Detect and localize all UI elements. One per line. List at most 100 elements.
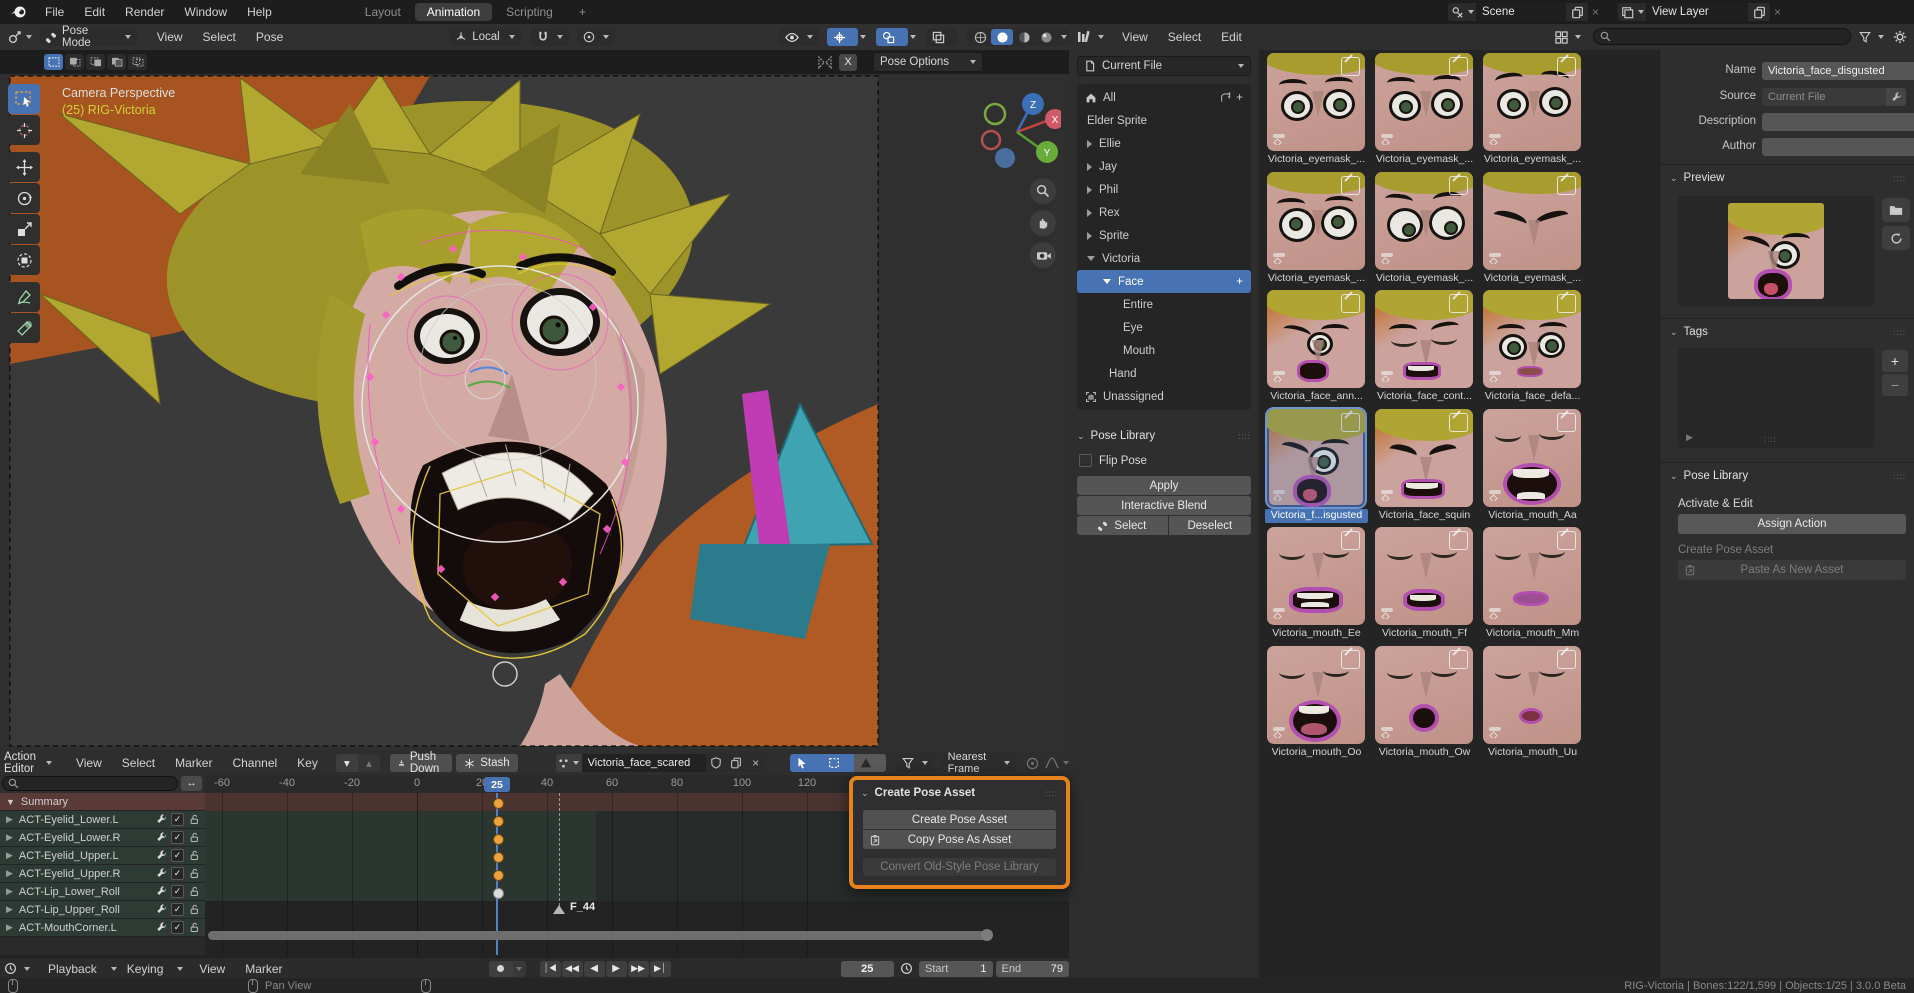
menu-window[interactable]: Window: [174, 5, 237, 19]
filter-dropdown[interactable]: [896, 754, 934, 772]
transform-orientation-dropdown[interactable]: Local: [449, 28, 521, 46]
modifier-wrench-icon[interactable]: [156, 922, 167, 933]
assign-action-button[interactable]: Assign Action: [1678, 514, 1906, 534]
tool-transform[interactable]: [8, 245, 40, 275]
xray-toggle[interactable]: [926, 28, 957, 46]
tags-resize-grip[interactable]: ::::: [1764, 435, 1777, 444]
panel-grip[interactable]: ::::: [1045, 789, 1058, 798]
tool-rotate[interactable]: [8, 183, 40, 213]
menu-help[interactable]: Help: [237, 5, 282, 19]
channel-enable-checkbox[interactable]: ✓: [171, 849, 184, 862]
pan-view-button[interactable]: [1030, 210, 1056, 236]
tool-move[interactable]: [8, 152, 40, 182]
catalog-row[interactable]: Mouth: [1077, 339, 1251, 362]
collapse-icon[interactable]: ⌄: [861, 788, 869, 799]
lock-icon[interactable]: [189, 886, 200, 897]
pose-options-dropdown[interactable]: Pose Options: [873, 52, 983, 72]
deselect-bones-button[interactable]: Deselect: [1169, 516, 1251, 535]
camera-view-button[interactable]: [1030, 242, 1056, 268]
catalog-row[interactable]: Hand: [1077, 362, 1251, 385]
proportional-edit-icon[interactable]: [1026, 757, 1039, 770]
asset-item[interactable]: Victoria_eyemask_...: [1373, 53, 1481, 171]
lock-icon[interactable]: [189, 850, 200, 861]
scrollbar-zoom-handle[interactable]: [981, 929, 993, 941]
catalog-row[interactable]: Eye: [1077, 316, 1251, 339]
show-gizmo-visibility-dropdown[interactable]: [779, 28, 819, 46]
prev-keyframe-button[interactable]: ◀◀: [562, 961, 583, 977]
channel-row[interactable]: ▶ACT-Eyelid_Lower.R ✓: [0, 829, 205, 847]
lock-icon[interactable]: [189, 814, 200, 825]
edit-pose-badge-icon[interactable]: [1557, 531, 1576, 550]
asset-source-dropdown[interactable]: Current File: [1077, 56, 1251, 76]
copy-pose-as-asset-button[interactable]: Copy Pose As Asset: [863, 830, 1056, 849]
keyframe[interactable]: [493, 870, 504, 881]
edit-pose-badge-icon[interactable]: [1557, 294, 1576, 313]
new-catalog-icon[interactable]: [1220, 92, 1232, 104]
keyframe[interactable]: [493, 888, 504, 899]
marker-triangle[interactable]: [553, 905, 565, 914]
tags-list-box[interactable]: ▶ ::::: [1678, 348, 1874, 448]
new-scene-icon[interactable]: [1566, 3, 1588, 21]
modifier-wrench-icon[interactable]: [156, 904, 167, 915]
preview-panel-header[interactable]: ⌄Preview::::: [1670, 172, 1906, 184]
asset-item[interactable]: Victoria_face_squin: [1373, 409, 1481, 527]
modifier-wrench-icon[interactable]: [156, 850, 167, 861]
asset-item[interactable]: Victoria_eyemask_...: [1481, 53, 1589, 171]
catalog-row[interactable]: Elder Sprite: [1077, 109, 1251, 132]
shading-wireframe-icon[interactable]: [969, 29, 991, 45]
pose-library-details-header[interactable]: ⌄Pose Library::::: [1670, 470, 1906, 482]
view-layer-name[interactable]: View Layer: [1646, 3, 1748, 21]
keying-menu[interactable]: Keying: [117, 962, 174, 976]
add-workspace-button[interactable]: +: [567, 3, 598, 21]
workspace-tab-animation[interactable]: Animation: [415, 3, 492, 21]
select-mode-intersect-icon[interactable]: [128, 54, 147, 70]
edit-pose-badge-icon[interactable]: [1341, 413, 1360, 432]
channel-enable-checkbox[interactable]: ✓: [171, 921, 184, 934]
asset-item[interactable]: Victoria_mouth_Ow: [1373, 646, 1481, 764]
edit-pose-badge-icon[interactable]: [1557, 413, 1576, 432]
disclosure-icon[interactable]: [1087, 209, 1092, 217]
tags-panel-header[interactable]: ⌄Tags::::: [1670, 326, 1906, 338]
ds-menu-view[interactable]: View: [66, 756, 112, 770]
add-tag-button[interactable]: +: [1882, 350, 1908, 372]
remove-tag-button[interactable]: −: [1882, 374, 1908, 396]
remove-view-layer-icon[interactable]: ×: [1774, 5, 1781, 19]
apply-pose-button[interactable]: Apply: [1077, 476, 1251, 495]
disclosure-icon[interactable]: [1087, 186, 1092, 194]
menu-render[interactable]: Render: [115, 5, 174, 19]
channel-row[interactable]: ▶ACT-Lip_Upper_Roll ✓: [0, 901, 205, 919]
use-preview-range-icon[interactable]: [900, 962, 913, 975]
asset-browser-editor-icon[interactable]: [1077, 30, 1104, 44]
scene-name[interactable]: Scene: [1476, 3, 1566, 21]
new-action-icon[interactable]: [726, 754, 746, 772]
ds-menu-marker[interactable]: Marker: [165, 756, 222, 770]
disclosure-icon[interactable]: [1087, 140, 1092, 148]
snap-mode-dropdown[interactable]: Nearest Frame: [942, 754, 1016, 772]
fake-user-shield-icon[interactable]: [706, 754, 726, 772]
only-selected-toggle[interactable]: [790, 754, 822, 772]
ds-menu-key[interactable]: Key: [287, 756, 328, 770]
paste-as-new-asset-button[interactable]: Paste As New Asset: [1678, 560, 1906, 580]
catalog-row[interactable]: Ellie: [1077, 132, 1251, 155]
blender-logo-icon[interactable]: [10, 5, 27, 19]
edit-pose-badge-icon[interactable]: [1341, 650, 1360, 669]
asset-item[interactable]: Victoria_face_ann...: [1265, 290, 1373, 408]
asset-item[interactable]: Victoria_eyemask_...: [1265, 172, 1373, 290]
timeline-editor-icon[interactable]: [4, 962, 30, 975]
ab-menu-select[interactable]: Select: [1158, 30, 1211, 44]
catalog-row-all[interactable]: All +: [1077, 86, 1251, 109]
tool-measure[interactable]: [8, 313, 40, 343]
ds-menu-channel[interactable]: Channel: [222, 756, 287, 770]
workspace-tab-scripting[interactable]: Scripting: [494, 3, 565, 21]
show-overlays-toggle[interactable]: [876, 28, 907, 46]
name-field[interactable]: Victoria_face_disgusted: [1762, 62, 1914, 80]
workspace-tab-layout[interactable]: Layout: [353, 3, 413, 21]
select-mode-invert-icon[interactable]: [107, 54, 126, 70]
tool-select-box[interactable]: [8, 84, 40, 114]
current-frame-field[interactable]: 25: [841, 961, 894, 977]
channel-row[interactable]: ▶ACT-Eyelid_Upper.L ✓: [0, 847, 205, 865]
stash-button[interactable]: Stash: [456, 754, 517, 772]
edit-pose-badge-icon[interactable]: [1341, 57, 1360, 76]
channel-enable-checkbox[interactable]: ✓: [171, 813, 184, 826]
edit-pose-badge-icon[interactable]: [1449, 531, 1468, 550]
